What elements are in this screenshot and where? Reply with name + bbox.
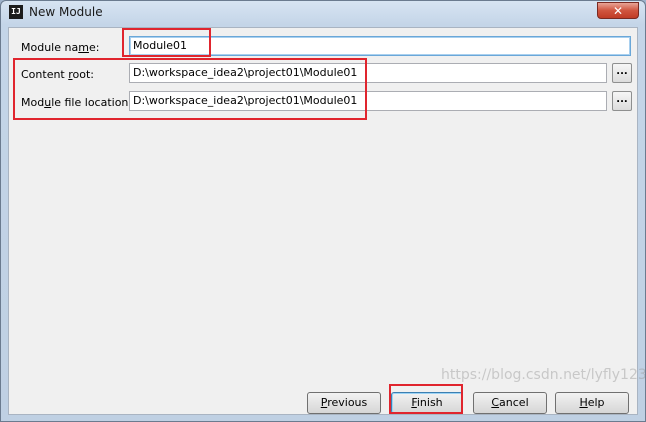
previous-button[interactable]: Previous <box>307 392 381 414</box>
content-root-browse-button[interactable]: ... <box>612 63 632 83</box>
module-file-location-input[interactable]: D:\workspace_idea2\project01\Module01 <box>129 91 607 111</box>
module-name-label: Module name: <box>21 41 100 54</box>
title-bar[interactable]: IJ New Module ✕ <box>1 1 645 25</box>
module-name-input[interactable]: Module01 <box>129 36 631 56</box>
new-module-dialog: IJ New Module ✕ Module name: Module01 Co… <box>0 0 646 422</box>
module-file-location-browse-button[interactable]: ... <box>612 91 632 111</box>
cancel-button[interactable]: Cancel <box>473 392 547 414</box>
finish-button[interactable]: Finish <box>391 392 463 414</box>
dialog-content: Module name: Module01 Content root: D:\w… <box>8 27 638 415</box>
dialog-title: New Module <box>29 5 103 19</box>
intellij-app-icon: IJ <box>9 5 23 19</box>
close-icon: ✕ <box>612 4 624 18</box>
module-file-location-label: Module file location: <box>21 96 133 109</box>
help-button[interactable]: Help <box>555 392 629 414</box>
content-root-label: Content root: <box>21 68 95 81</box>
content-root-input[interactable]: D:\workspace_idea2\project01\Module01 <box>129 63 607 83</box>
close-button[interactable]: ✕ <box>597 2 639 19</box>
